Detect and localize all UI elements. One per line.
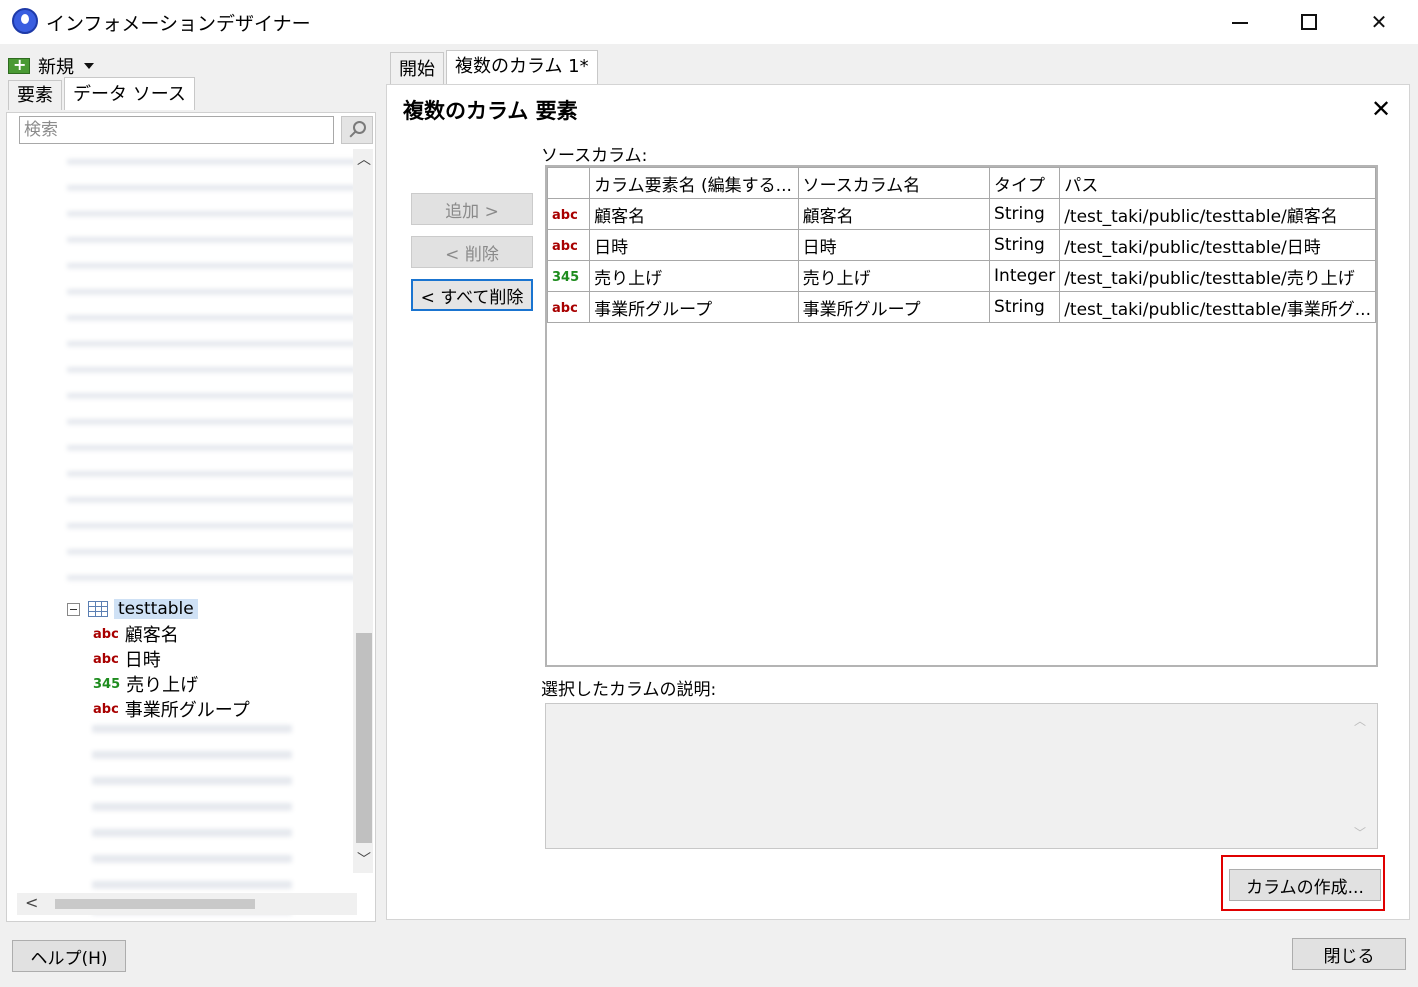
table-row[interactable]: abc 事業所グループ 事業所グループ String /test_taki/pu… <box>546 291 1376 323</box>
tab-data-source[interactable]: データ ソース <box>64 77 195 110</box>
string-type-icon: abc <box>552 208 578 223</box>
blurred-tree-items-lower <box>92 717 292 917</box>
help-button[interactable]: ヘルプ(H) <box>12 940 126 972</box>
header-path[interactable]: パス <box>1059 167 1376 199</box>
tree-item-label: 日時 <box>124 650 161 671</box>
left-panel: 新規 要素 データ ソース 検索 ︿ ﹀ < testtable abc 顧客 <box>0 44 386 929</box>
tree-node-label: testtable <box>114 599 198 619</box>
tree-hscroll-thumb[interactable] <box>55 899 255 909</box>
create-column-button[interactable]: カラムの作成... <box>1229 869 1381 901</box>
collapse-icon[interactable] <box>67 602 80 616</box>
table-icon <box>88 601 108 617</box>
tree-node-testtable[interactable]: testtable <box>67 597 198 621</box>
tree-item-label: 事業所グループ <box>124 700 250 721</box>
close-window-button[interactable]: ✕ <box>1345 0 1413 44</box>
string-type-icon: abc <box>93 626 119 642</box>
tab-multiple-columns[interactable]: 複数のカラム 1* <box>446 50 598 84</box>
window-title: インフォメーションデザイナー <box>46 13 311 35</box>
source-columns-label: ソースカラム: <box>541 146 648 166</box>
header-column-element-name[interactable]: カラム要素名 (編集する... <box>589 167 799 199</box>
search-button[interactable] <box>341 116 373 144</box>
string-type-icon: abc <box>93 651 119 667</box>
maximize-icon <box>1301 14 1317 30</box>
table-header-row: カラム要素名 (編集する... ソースカラム名 タイプ パス <box>546 167 1376 199</box>
maximize-button[interactable] <box>1275 0 1343 44</box>
tree-item-column[interactable]: abc 顧客名 <box>93 622 179 646</box>
table-row[interactable]: abc 顧客名 顧客名 String /test_taki/public/tes… <box>546 198 1376 230</box>
left-tab-bar: 要素 データ ソース <box>8 77 197 112</box>
cell-name[interactable]: 売り上げ <box>589 260 799 292</box>
cell-path: /test_taki/public/testtable/顧客名 <box>1059 198 1376 230</box>
cell-source: 売り上げ <box>797 260 991 292</box>
cell-type: String <box>989 229 1061 261</box>
add-button[interactable]: 追加 > <box>411 193 533 225</box>
string-type-icon: abc <box>552 301 578 316</box>
remove-all-button[interactable]: < すべて削除 <box>411 279 533 311</box>
tree-item-column[interactable]: abc 日時 <box>93 647 161 671</box>
close-icon: ✕ <box>1370 10 1388 34</box>
columns-table: カラム要素名 (編集する... ソースカラム名 タイプ パス abc 顧客名 顧… <box>546 167 1376 323</box>
cell-type: String <box>989 291 1061 323</box>
cell-path: /test_taki/public/testtable/日時 <box>1059 229 1376 261</box>
minimize-icon <box>1232 22 1248 24</box>
new-add-icon <box>8 55 30 74</box>
cell-name[interactable]: 日時 <box>589 229 799 261</box>
close-button[interactable]: 閉じる <box>1292 938 1406 970</box>
multiple-columns-editor: 複数のカラム 要素 ✕ 追加 > < 削除 < すべて削除 ソースカラム: カラ… <box>386 84 1410 920</box>
string-type-icon: abc <box>552 239 578 254</box>
string-type-icon: abc <box>93 701 119 717</box>
table-row[interactable]: abc 日時 日時 String /test_taki/public/testt… <box>546 229 1376 261</box>
cell-name[interactable]: 顧客名 <box>589 198 799 230</box>
tab-start[interactable]: 開始 <box>390 52 444 84</box>
app-logo-icon <box>12 8 38 34</box>
description-textarea[interactable]: ︿ ﹀ <box>545 703 1378 849</box>
search-input[interactable]: 検索 <box>19 116 334 144</box>
cell-source: 事業所グループ <box>797 291 991 323</box>
cell-type: String <box>989 198 1061 230</box>
minimize-button[interactable] <box>1206 0 1274 44</box>
chevron-down-icon[interactable]: ﹀ <box>1354 824 1366 841</box>
data-source-tree-panel: 検索 ︿ ﹀ < testtable abc 顧客名 abc 日時 345 売り… <box>6 112 376 922</box>
header-source-column-name[interactable]: ソースカラム名 <box>797 167 991 199</box>
editor-tab-bar: 開始 複数のカラム 1* <box>390 50 600 84</box>
chevron-up-icon[interactable]: ︿ <box>357 149 371 169</box>
tree-item-column[interactable]: abc 事業所グループ <box>93 697 250 721</box>
new-label: 新規 <box>38 57 74 78</box>
tab-elements[interactable]: 要素 <box>8 80 62 110</box>
cell-path: /test_taki/public/testtable/売り上げ <box>1059 260 1376 292</box>
blurred-tree-items <box>67 149 357 589</box>
cell-name[interactable]: 事業所グループ <box>589 291 799 323</box>
tree-item-label: 売り上げ <box>126 675 199 696</box>
remove-button[interactable]: < 削除 <box>411 236 533 268</box>
tree-horizontal-scrollbar[interactable]: < <box>17 893 357 915</box>
cell-type: Integer <box>989 260 1061 292</box>
title-bar: インフォメーションデザイナー ✕ <box>0 0 1418 44</box>
source-columns-grid[interactable]: カラム要素名 (編集する... ソースカラム名 タイプ パス abc 顧客名 顧… <box>545 165 1378 667</box>
header-type[interactable]: タイプ <box>989 167 1061 199</box>
cell-path: /test_taki/public/testtable/事業所グ... <box>1059 291 1376 323</box>
table-row[interactable]: 345 売り上げ 売り上げ Integer /test_taki/public/… <box>546 260 1376 292</box>
chevron-down-icon[interactable]: ﹀ <box>357 849 371 869</box>
new-button[interactable]: 新規 <box>8 54 94 78</box>
page-title: 複数のカラム 要素 <box>403 99 578 123</box>
cell-source: 顧客名 <box>797 198 991 230</box>
chevron-down-icon[interactable] <box>84 63 94 69</box>
close-editor-icon[interactable]: ✕ <box>1371 95 1391 123</box>
integer-type-icon: 345 <box>93 676 121 692</box>
cell-source: 日時 <box>797 229 991 261</box>
chevron-left-icon[interactable]: < <box>25 893 38 912</box>
header-icon[interactable] <box>546 167 591 199</box>
chevron-up-icon[interactable]: ︿ <box>1354 712 1366 729</box>
integer-type-icon: 345 <box>552 270 580 285</box>
description-label: 選択したカラムの説明: <box>541 680 717 700</box>
tree-item-column[interactable]: 345 売り上げ <box>93 672 198 696</box>
tree-item-label: 顧客名 <box>124 625 179 646</box>
tree-scroll-thumb[interactable] <box>356 633 372 843</box>
